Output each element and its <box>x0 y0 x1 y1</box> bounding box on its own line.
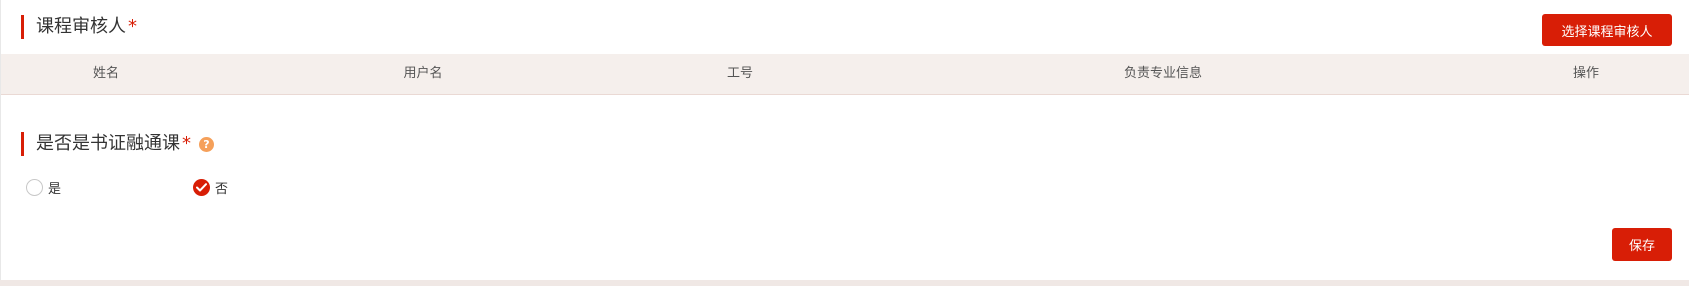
column-header-major-info: 负责专业信息 <box>1123 66 1203 81</box>
save-button[interactable]: 保存 <box>1612 228 1672 261</box>
bottom-divider <box>0 280 1689 286</box>
reviewer-table-header: 姓名 用户名 工号 负责专业信息 操作 <box>1 54 1689 95</box>
reviewer-title-text: 课程审核人 <box>36 16 126 37</box>
cert-course-title-text: 是否是书证融通课 <box>36 133 180 154</box>
column-header-name: 姓名 <box>92 66 120 81</box>
radio-label-yes: 是 <box>48 181 62 197</box>
radio-label-no: 否 <box>215 181 229 197</box>
radio-option-no[interactable]: 否 <box>193 177 228 197</box>
title-accent-bar <box>21 15 24 39</box>
radio-option-yes[interactable]: 是 <box>26 177 61 197</box>
question-help-icon[interactable]: ? <box>199 136 214 152</box>
column-header-employee-id: 工号 <box>726 66 754 81</box>
title-accent-bar <box>21 132 24 156</box>
radio-unchecked-icon[interactable] <box>26 178 43 196</box>
cert-course-section-title: 是否是书证融通课 * ? <box>21 132 214 156</box>
select-reviewer-button[interactable]: 选择课程审核人 <box>1542 14 1672 46</box>
required-mark: * <box>128 16 137 37</box>
left-border <box>0 0 1 280</box>
column-header-actions: 操作 <box>1572 66 1600 81</box>
required-mark: * <box>182 133 191 154</box>
reviewer-section-title: 课程审核人 * <box>21 15 137 39</box>
checkmark-icon <box>196 182 207 191</box>
course-reviewer-form: 课程审核人 * 选择课程审核人 姓名 用户名 工号 负责专业信息 操作 是否是书… <box>0 0 1689 286</box>
radio-checked-icon[interactable] <box>193 178 210 196</box>
column-header-username: 用户名 <box>403 66 443 81</box>
